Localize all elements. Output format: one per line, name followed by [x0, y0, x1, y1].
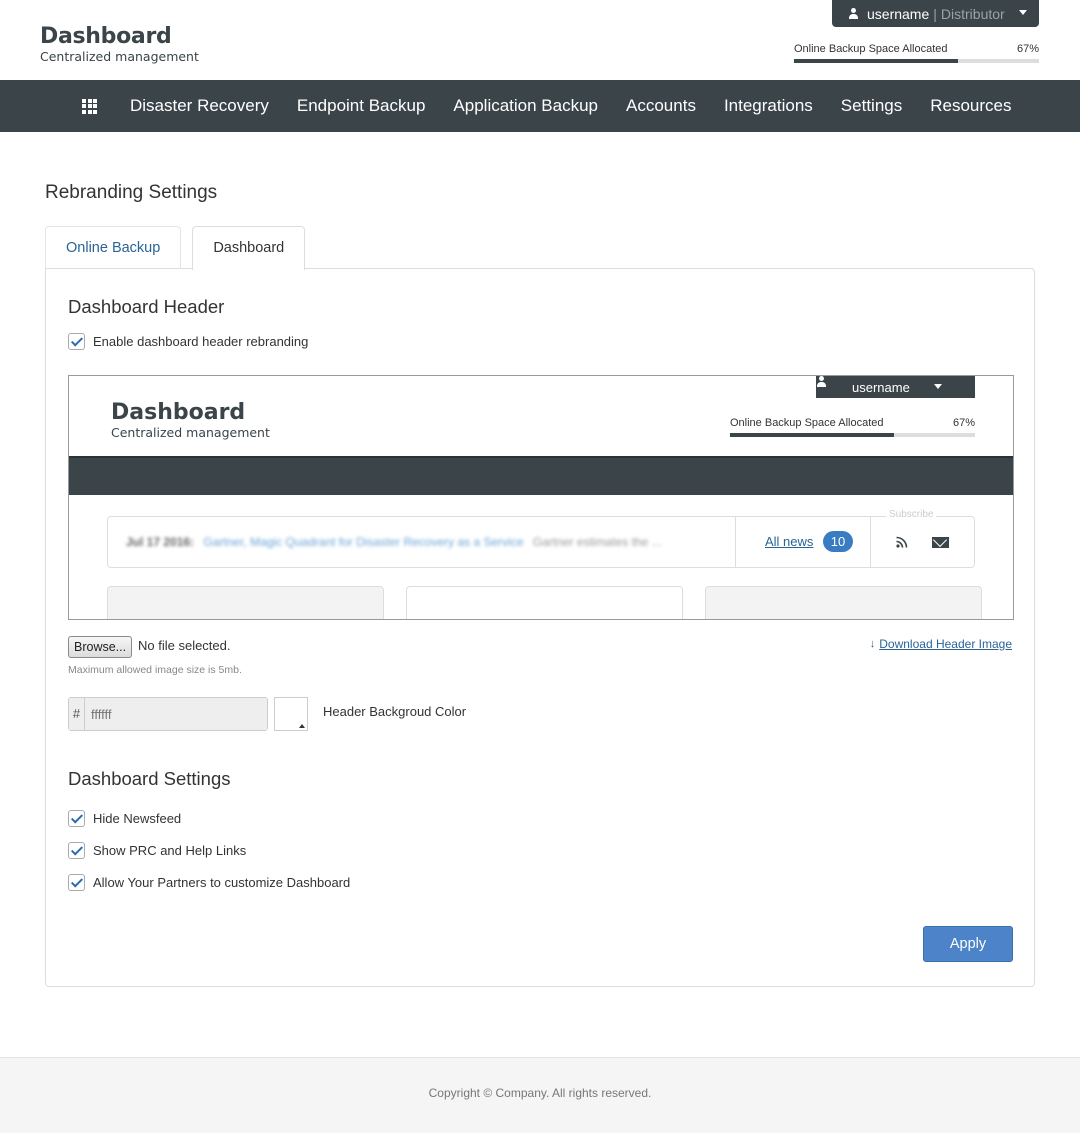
- browse-file-button[interactable]: Browse...: [68, 636, 133, 658]
- hash-prefix: #: [69, 698, 85, 730]
- news-snippet: Gartner estimates the ...: [532, 535, 662, 549]
- divider: [735, 517, 736, 567]
- nav-item-endpoint-backup[interactable]: Endpoint Backup: [297, 96, 426, 116]
- checkbox-checked-icon[interactable]: [68, 810, 85, 827]
- news-count-badge: 10: [823, 531, 853, 552]
- rss-icon: [896, 536, 908, 548]
- show-prc-help-links-checkbox[interactable]: Show PRC and Help Links: [68, 842, 246, 859]
- checkbox-checked-icon[interactable]: [68, 874, 85, 891]
- download-header-image-link[interactable]: ↓ Download Header Image: [870, 637, 1012, 651]
- download-arrow-icon: ↓: [869, 638, 876, 650]
- hide-newsfeed-checkbox[interactable]: Hide Newsfeed: [68, 810, 181, 827]
- preview-card: [406, 586, 683, 619]
- download-header-image-label: Download Header Image: [879, 637, 1012, 651]
- tab-bar: Online Backup Dashboard: [45, 226, 316, 270]
- nav-item-integrations[interactable]: Integrations: [724, 96, 813, 116]
- preview-newsfeed: Jul 17 2016: Gartner, Magic Quadrant for…: [107, 509, 975, 568]
- checkbox-checked-icon[interactable]: [68, 842, 85, 859]
- preview-brand-title: Dashboard: [111, 400, 246, 425]
- space-percent: 67%: [1016, 43, 1039, 55]
- tab-dashboard[interactable]: Dashboard: [192, 226, 306, 270]
- main-nav: Disaster Recovery Endpoint Backup Applic…: [0, 80, 1080, 132]
- preview-news-item: Jul 17 2016: Gartner, Magic Quadrant for…: [126, 535, 662, 549]
- user-role: Distributor: [940, 5, 1005, 22]
- all-news-link: All news: [765, 534, 814, 549]
- preview-brand-subtitle: Centralized management: [111, 425, 270, 440]
- enable-header-rebranding-checkbox[interactable]: Enable dashboard header rebranding: [68, 333, 308, 350]
- enable-header-rebranding-label: Enable dashboard header rebranding: [93, 334, 309, 349]
- chevron-down-icon: [934, 384, 942, 389]
- checkbox-checked-icon[interactable]: [68, 333, 85, 350]
- header-preview: Dashboard Centralized management usernam…: [68, 375, 1014, 620]
- nav-item-resources[interactable]: Resources: [930, 96, 1011, 116]
- preview-user-menu: username: [816, 376, 975, 398]
- header-color-input[interactable]: [85, 698, 267, 730]
- nav-item-settings[interactable]: Settings: [841, 96, 902, 116]
- dashboard-settings-heading: Dashboard Settings: [68, 768, 231, 789]
- footer: Copyright © Company. All rights reserved…: [0, 1057, 1080, 1133]
- copyright-text: Copyright © Company. All rights reserved…: [428, 1086, 652, 1100]
- backup-space-meter: Online Backup Space Allocated 67%: [794, 43, 1039, 63]
- preview-space-progress-fill: [730, 433, 895, 437]
- color-picker-swatch[interactable]: [274, 697, 308, 731]
- top-header: Dashboard Centralized management usernam…: [0, 0, 1080, 80]
- preview-card: [107, 586, 384, 619]
- dashboard-header-heading: Dashboard Header: [68, 296, 225, 317]
- chevron-down-icon: [1019, 10, 1027, 15]
- tab-panel-dashboard: Dashboard Header Enable dashboard header…: [45, 268, 1035, 987]
- space-progress-fill: [794, 59, 959, 63]
- news-headline: Gartner, Magic Quadrant for Disaster Rec…: [203, 535, 524, 549]
- show-prc-help-links-label: Show PRC and Help Links: [93, 843, 247, 858]
- brand[interactable]: Dashboard Centralized management: [40, 24, 199, 64]
- preview-space-meter: Online Backup Space Allocated 67%: [730, 417, 975, 437]
- subscribe-label: Subscribe: [886, 509, 937, 520]
- page-title: Rebranding Settings: [45, 182, 218, 203]
- allow-partners-customize-checkbox[interactable]: Allow Your Partners to customize Dashboa…: [68, 874, 350, 891]
- role-separator: |: [933, 5, 937, 22]
- username: username: [867, 5, 930, 22]
- brand-title: Dashboard: [40, 24, 172, 49]
- user-icon: [848, 8, 859, 19]
- nav-item-accounts[interactable]: Accounts: [626, 96, 696, 116]
- header-color-input-group: #: [68, 697, 268, 731]
- file-status: No file selected.: [138, 638, 231, 653]
- preview-card: [705, 586, 982, 619]
- apply-button[interactable]: Apply: [923, 926, 1013, 962]
- allow-partners-customize-label: Allow Your Partners to customize Dashboa…: [93, 875, 351, 890]
- space-progress-bar: [794, 59, 1039, 63]
- brand-subtitle: Centralized management: [40, 49, 199, 64]
- user-menu-dropdown[interactable]: username | Distributor: [832, 0, 1039, 27]
- news-date: Jul 17 2016:: [126, 535, 195, 549]
- preview-space-label: Online Backup Space Allocated: [730, 417, 884, 429]
- header-color-label: Header Backgroud Color: [323, 704, 467, 719]
- mail-icon: [932, 537, 949, 548]
- space-label: Online Backup Space Allocated: [794, 43, 948, 55]
- divider: [870, 517, 871, 567]
- preview-username: username: [852, 379, 910, 395]
- nav-item-disaster-recovery[interactable]: Disaster Recovery: [130, 96, 269, 116]
- preview-brand: Dashboard Centralized management: [111, 400, 270, 440]
- preview-space-percent: 67%: [952, 417, 975, 429]
- preview-nav-bar: [69, 456, 1013, 495]
- tab-online-backup[interactable]: Online Backup: [45, 226, 182, 269]
- nav-item-application-backup[interactable]: Application Backup: [453, 96, 598, 116]
- apps-grid-icon[interactable]: [82, 98, 97, 114]
- preview-space-progress-bar: [730, 433, 975, 437]
- hide-newsfeed-label: Hide Newsfeed: [93, 811, 182, 826]
- image-size-hint: Maximum allowed image size is 5mb.: [68, 664, 242, 676]
